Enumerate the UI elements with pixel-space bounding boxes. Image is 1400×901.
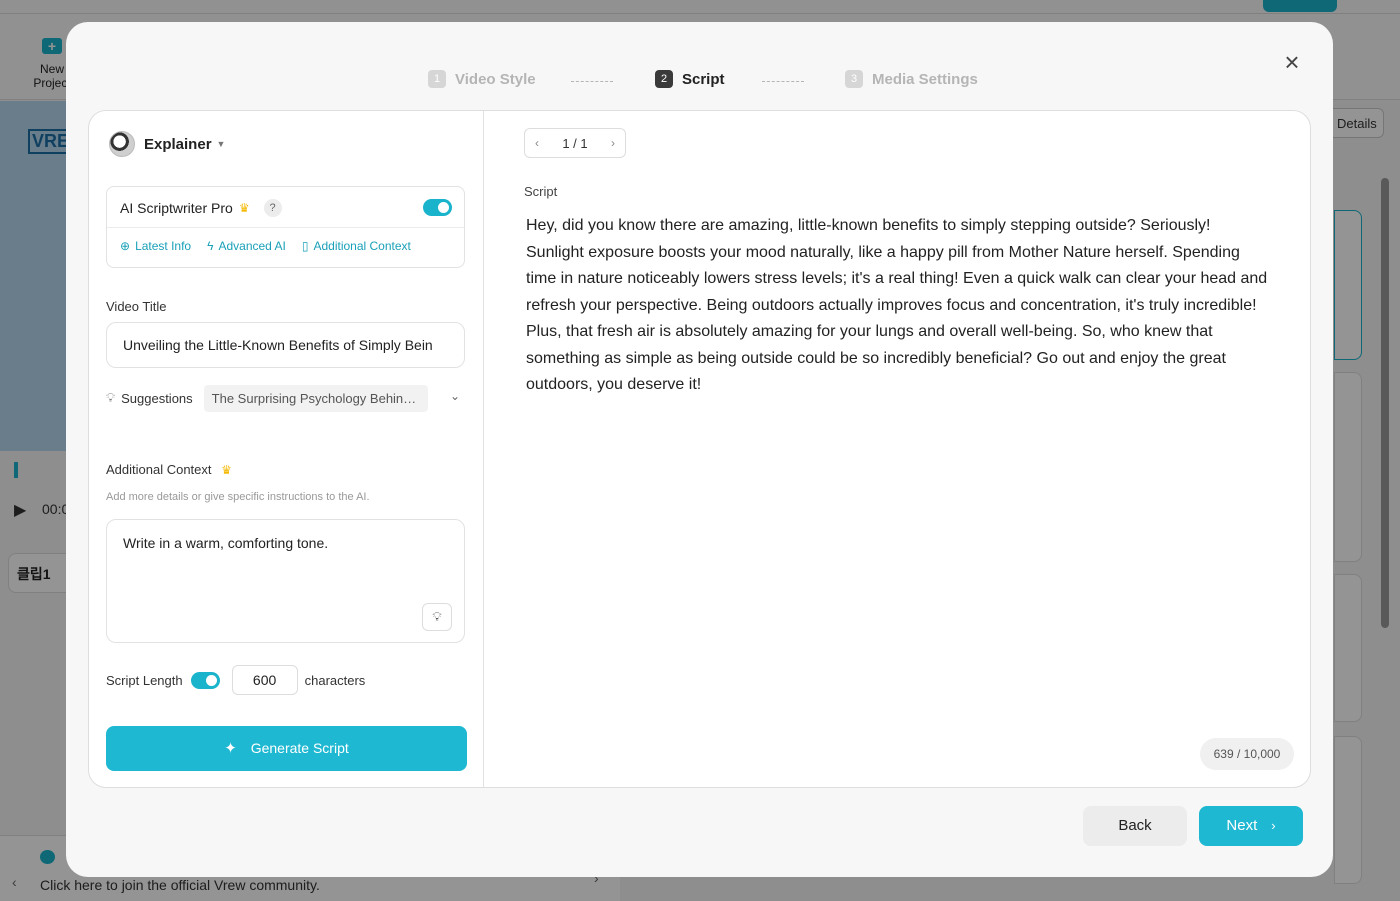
script-length-unit: characters — [304, 672, 366, 688]
ai-scriptwriter-toggle[interactable] — [423, 199, 452, 216]
style-name: Explainer — [144, 135, 212, 153]
script-label: Script — [524, 184, 558, 199]
back-button[interactable]: Back — [1083, 806, 1187, 846]
advanced-ai-link[interactable]: ϟ Advanced AI — [207, 239, 286, 253]
style-selector[interactable]: Explainer ▼ — [109, 131, 225, 157]
suggestion-chip[interactable]: The Surprising Psychology Behind... — [203, 384, 428, 412]
magic-wand-icon: ✦ — [224, 740, 237, 757]
generate-script-label: Generate Script — [250, 740, 349, 756]
chevron-right-icon: › — [1271, 818, 1276, 833]
divider — [107, 227, 464, 228]
additional-context-value: Write in a warm, comforting tone. — [123, 535, 329, 551]
lightbulb-icon: 💡︎ — [106, 390, 116, 405]
video-title-label: Video Title — [106, 299, 167, 314]
help-icon[interactable]: ? — [263, 199, 282, 217]
step-number: 1 — [428, 70, 446, 88]
additional-context-title: Additional Context — [106, 462, 212, 477]
crown-icon: ♛ — [221, 463, 232, 477]
script-text[interactable]: Hey, did you know there are amazing, lit… — [526, 213, 1271, 399]
step-label: Video Style — [455, 70, 536, 88]
character-count: 639 / 10,000 — [1200, 738, 1294, 770]
step-divider — [762, 81, 804, 82]
pager-label: 1 / 1 — [562, 135, 588, 151]
script-length-label: Script Length — [106, 672, 183, 688]
suggestions-label: Suggestions — [121, 390, 193, 406]
chevron-right-icon[interactable]: › — [611, 136, 615, 150]
crown-icon: ♛ — [238, 201, 250, 215]
stepper: 1 Video Style 2 Script 3 Media Settings — [66, 70, 1333, 94]
additional-context-link[interactable]: ▯ Additional Context — [302, 239, 411, 253]
ai-scriptwriter-row: AI Scriptwriter Pro ♛ ? — [120, 199, 282, 217]
close-icon[interactable]: × — [1280, 49, 1304, 75]
script-pager: ‹ 1 / 1 › — [524, 128, 626, 158]
additional-context-hint: Add more details or give specific instru… — [106, 491, 370, 503]
suggestions-row: 💡︎ Suggestions The Surprising Psychology… — [106, 384, 465, 412]
lightning-icon: ϟ — [207, 239, 214, 253]
settings-column: Explainer ▼ AI Scriptwriter Pro ♛ ? ⊕ La… — [89, 111, 484, 787]
step-label: Media Settings — [872, 70, 978, 88]
video-title-input[interactable]: Unveiling the Little-Known Benefits of S… — [106, 322, 465, 368]
chevron-down-icon[interactable]: ⌄ — [450, 389, 460, 403]
step-script: 2 Script — [655, 70, 725, 88]
ai-scriptwriter-label: AI Scriptwriter Pro — [120, 200, 233, 216]
script-length-input[interactable]: 600 — [231, 665, 298, 695]
advanced-ai-label: Advanced AI — [218, 239, 286, 253]
caret-down-icon: ▼ — [216, 139, 226, 149]
generate-script-button[interactable]: ✦ Generate Script — [106, 726, 467, 771]
step-divider — [571, 81, 613, 82]
latest-info-label: Latest Info — [135, 239, 192, 253]
step-media-settings: 3 Media Settings — [845, 70, 978, 88]
latest-info-link[interactable]: ⊕ Latest Info — [120, 239, 191, 253]
document-icon: ▯ — [301, 239, 309, 253]
script-length-row: Script Length 600 characters — [106, 665, 365, 695]
step-number: 2 — [655, 70, 673, 88]
step-video-style: 1 Video Style — [428, 70, 536, 88]
globe-icon: ⊕ — [120, 239, 131, 253]
step-number: 3 — [845, 70, 863, 88]
script-modal: 1 Video Style 2 Script 3 Media Settings … — [66, 22, 1333, 877]
ai-scriptwriter-box: AI Scriptwriter Pro ♛ ? ⊕ Latest Info ϟ … — [106, 186, 465, 268]
style-avatar — [109, 131, 135, 157]
ai-feature-links: ⊕ Latest Info ϟ Advanced AI ▯ Additional… — [120, 239, 427, 253]
additional-context-heading: Additional Context ♛ — [106, 462, 232, 477]
chevron-left-icon[interactable]: ‹ — [535, 136, 539, 150]
content-panel: Explainer ▼ AI Scriptwriter Pro ♛ ? ⊕ La… — [88, 110, 1311, 788]
additional-context-textarea[interactable]: Write in a warm, comforting tone. 💡︎ — [106, 519, 465, 643]
next-button[interactable]: Next › — [1199, 806, 1303, 846]
additional-context-label: Additional Context — [313, 239, 411, 253]
lightbulb-button[interactable]: 💡︎ — [422, 603, 452, 631]
script-length-toggle[interactable] — [190, 671, 220, 689]
step-label: Script — [682, 70, 725, 88]
next-label: Next — [1226, 817, 1258, 834]
